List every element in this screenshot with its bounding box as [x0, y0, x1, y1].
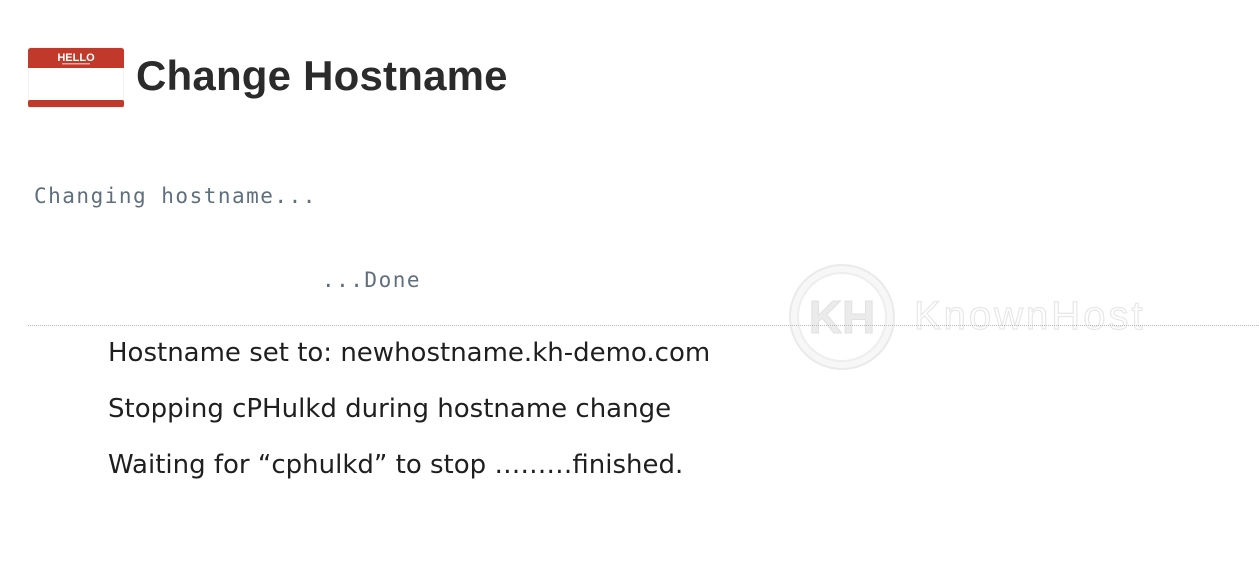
watermark-brand: KnownHost — [914, 294, 1146, 338]
hello-tag-graphic: HELLO — [27, 47, 125, 109]
log-line-stopping-cphulkd: Stopping cPHulkd during hostname change — [108, 394, 672, 424]
watermark-monogram: KH — [809, 291, 875, 343]
changing-hostname-status: Changing hostname... — [34, 184, 317, 208]
log-line-hostname-set: Hostname set to: newhostname.kh-demo.com — [108, 338, 711, 368]
hello-name-tag-icon: HELLO — [27, 44, 125, 109]
page-header: HELLO Change Hostname — [27, 44, 508, 109]
done-status: ...Done — [322, 268, 422, 292]
page-title: Change Hostname — [136, 52, 508, 99]
log-line-waiting-cphulkd: Waiting for “cphulkd” to stop ………finishe… — [108, 450, 684, 480]
hello-tag-text: HELLO — [57, 52, 95, 64]
dotted-divider — [28, 325, 1259, 326]
change-hostname-page: HELLO Change Hostname Changing hostname.… — [0, 0, 1259, 563]
knownhost-watermark-logo: KH KnownHost — [789, 264, 1146, 370]
